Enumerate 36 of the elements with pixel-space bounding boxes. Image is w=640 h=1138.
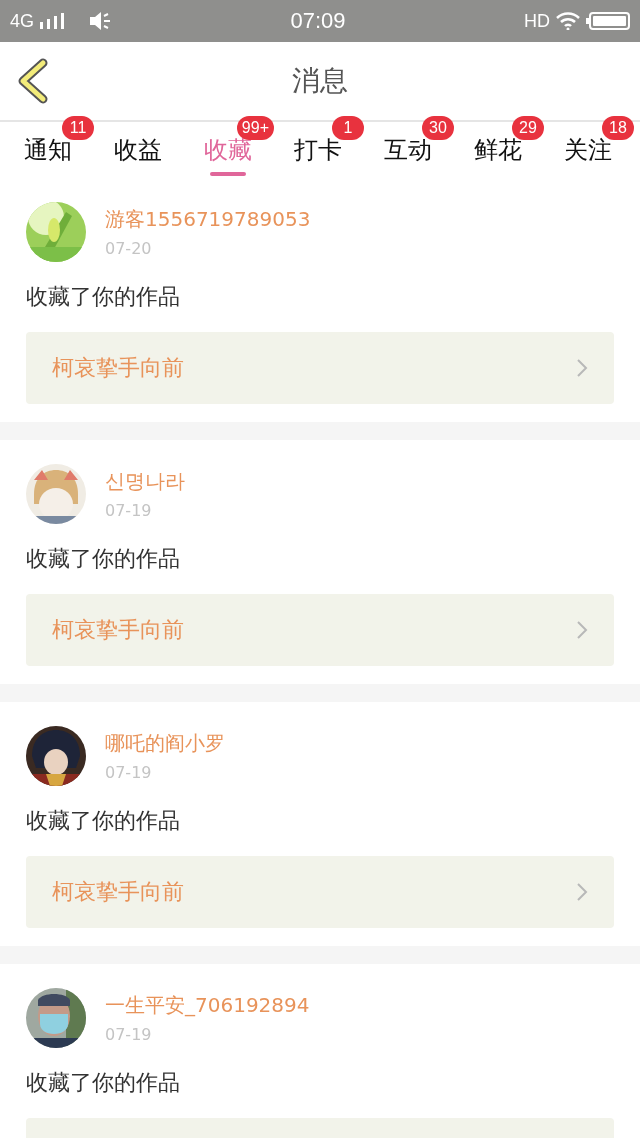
back-button[interactable] — [16, 58, 50, 104]
back-icon — [16, 58, 50, 104]
hd-label: HD — [524, 10, 550, 32]
speaker-icon — [90, 12, 112, 30]
message-text: 收藏了你的作品 — [26, 283, 181, 311]
user-name[interactable]: 신명나라 — [105, 468, 185, 495]
work-title: 柯哀挚手向前 — [52, 354, 184, 382]
message-date: 07-20 — [105, 239, 153, 258]
work-link[interactable]: 柯哀挚手向前 — [26, 332, 614, 404]
page-title: 消息 — [292, 63, 348, 99]
user-name[interactable]: 游客1556719789053 — [105, 206, 311, 233]
wifi-icon — [556, 12, 580, 30]
work-link[interactable]: 柯哀挚手向前 — [26, 594, 614, 666]
message-text: 收藏了你的作品 — [26, 807, 181, 835]
message-date: 07-19 — [105, 763, 153, 782]
signal-icon — [40, 13, 64, 29]
chevron-right-icon — [576, 620, 588, 640]
count-badge: 30 — [422, 116, 454, 140]
chevron-right-icon — [576, 882, 588, 902]
work-title: 柯哀挚手向前 — [52, 878, 184, 906]
count-badge: 18 — [602, 116, 634, 140]
tab[interactable]: 收益 — [114, 134, 162, 166]
chevron-right-icon — [576, 358, 588, 378]
message-text: 收藏了你的作品 — [26, 545, 181, 573]
work-title: 柯哀挚手向前 — [52, 616, 184, 644]
message-date: 07-19 — [105, 1025, 153, 1044]
message-date: 07-19 — [105, 501, 153, 520]
user-name[interactable]: 哪吒的阎小罗 — [105, 730, 225, 757]
count-badge: 1 — [332, 116, 364, 140]
clock: 07:09 — [290, 8, 346, 34]
user-name[interactable]: 一生平安_706192894 — [105, 992, 310, 1019]
work-link[interactable]: 柯哀挚手向前 — [26, 856, 614, 928]
network-type: 4G — [10, 10, 34, 32]
message-text: 收藏了你的作品 — [26, 1069, 181, 1097]
battery-icon — [586, 12, 630, 30]
count-badge: 11 — [62, 116, 94, 140]
